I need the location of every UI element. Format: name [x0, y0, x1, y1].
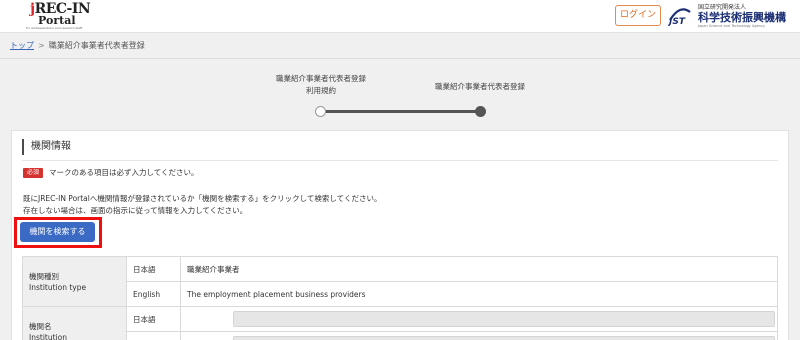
table-row: 機関名 Institution 日本語: [22, 306, 778, 340]
search-instructions-line-1: 既にJREC-IN Portalへ機関情報が登録されているか「機関を検索する」を…: [23, 194, 382, 203]
table-row: 機関種別 Institution type 日本語 職業紹介事業者: [22, 256, 778, 307]
institution-name-en-input[interactable]: [233, 336, 775, 340]
jst-english-name: Japan Science and Technology Agency: [698, 24, 765, 28]
breadcrumb-home-link[interactable]: トップ: [10, 41, 34, 50]
lang-label-ja: 日本語: [126, 256, 181, 282]
jst-mark-icon: JST: [668, 8, 691, 26]
step-1-label: 職業紹介事業者代表者登録 利用規約: [266, 73, 376, 97]
section-title-divider: [22, 160, 778, 161]
institution-type-header: 機関種別 Institution type: [22, 256, 127, 307]
login-button[interactable]: ログイン: [615, 5, 661, 26]
jrec-in-portal-logo[interactable]: jREC-IN Portal for all Researchers and r…: [26, 2, 96, 31]
breadcrumb-current: 職業紹介事業者代表者登録: [48, 41, 145, 50]
step-2-dot-current: [475, 106, 486, 117]
institution-name-label-en: Institution: [29, 332, 67, 340]
step-1-dot: [315, 106, 326, 117]
institution-name-header: 機関名 Institution: [22, 306, 127, 340]
institution-type-label-ja: 機関種別: [29, 271, 59, 281]
search-institution-button[interactable]: 機関を検索する: [20, 222, 95, 242]
search-instructions: 既にJREC-IN Portalへ機関情報が登録されているか「機関を検索する」を…: [23, 193, 381, 217]
breadcrumb: トップ > 職業紹介事業者代表者登録: [10, 40, 145, 51]
institution-table: 機関種別 Institution type 日本語 職業紹介事業者 Englis…: [22, 256, 778, 340]
jst-name: 科学技術振興機構: [698, 11, 786, 24]
institution-name-ja-cell: [180, 306, 778, 332]
step-progress-line: [320, 110, 480, 113]
section-title: 機関情報: [22, 139, 71, 155]
jst-logo[interactable]: JST 国立研究開発法人 科学技術振興機構 Japan Science and …: [668, 3, 790, 30]
search-instructions-line-2: 存在しない場合は、画面の指示に従って情報を入力してください。: [23, 206, 248, 215]
institution-name-ja-input[interactable]: [233, 311, 775, 327]
step-1-title: 職業紹介事業者代表者登録: [276, 74, 366, 83]
required-badge: 必須: [23, 168, 43, 178]
table-row: English The employment placement busines…: [23, 281, 778, 307]
institution-name-en-cell: [180, 331, 778, 340]
site-header: jREC-IN Portal for all Researchers and r…: [0, 0, 800, 33]
breadcrumb-divider: [0, 58, 800, 59]
step-2-label: 職業紹介事業者代表者登録: [420, 81, 540, 93]
jst-org-type: 国立研究開発法人: [698, 4, 747, 11]
institution-type-value-en: The employment placement business provid…: [180, 281, 778, 307]
lang-label-en: [126, 331, 181, 340]
breadcrumb-separator: >: [38, 41, 45, 50]
lang-label-en: English: [126, 281, 181, 307]
institution-type-value-ja: 職業紹介事業者: [180, 256, 778, 282]
logo-wordmark-bottom: Portal: [38, 14, 76, 27]
table-row: [23, 331, 778, 340]
logo-tagline: for all Researchers and research staff: [26, 26, 83, 30]
step-2-title: 職業紹介事業者代表者登録: [435, 82, 525, 91]
lang-label-ja: 日本語: [126, 306, 181, 332]
required-note: マークのある項目は必ず入力してください。: [49, 168, 199, 177]
svg-text:JST: JST: [668, 17, 686, 26]
step-1-subtitle: 利用規約: [306, 86, 336, 95]
institution-name-label-ja: 機関名: [29, 321, 52, 331]
institution-type-label-en: Institution type: [29, 282, 87, 292]
